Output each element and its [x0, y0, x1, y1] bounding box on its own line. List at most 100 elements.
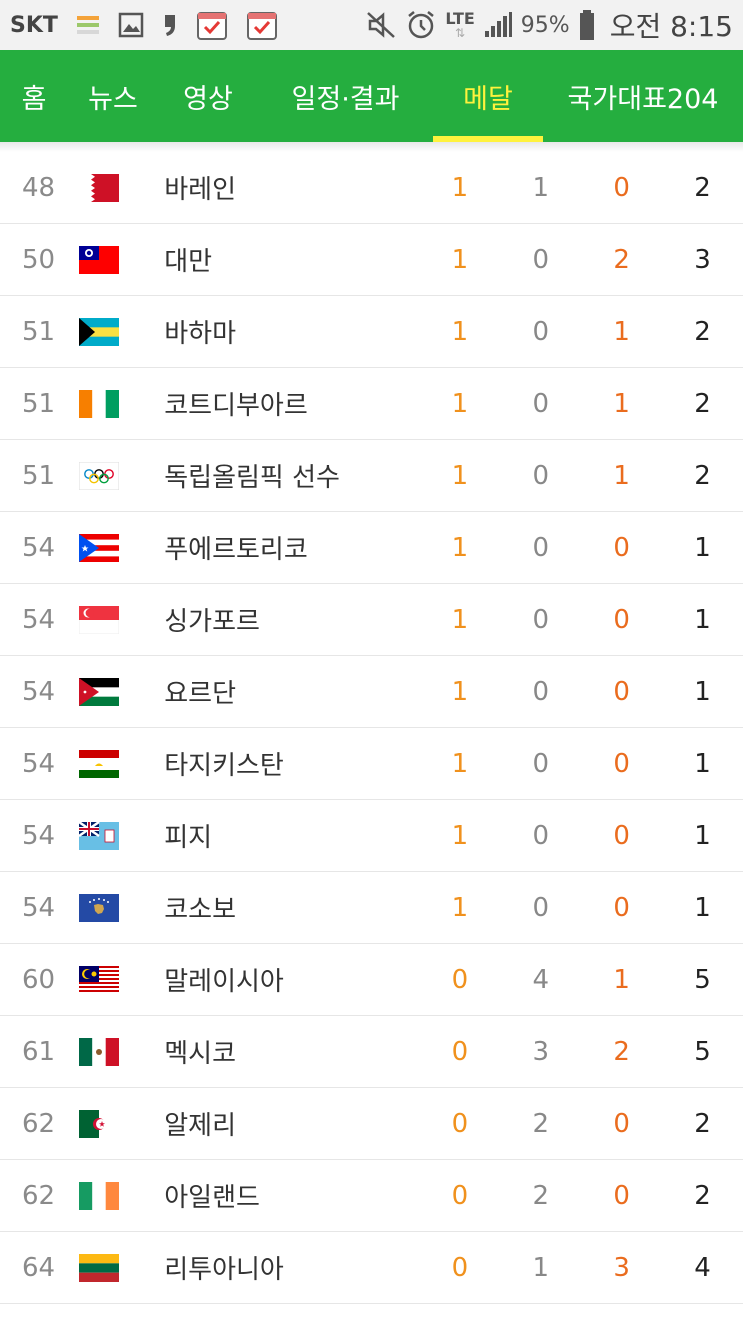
bahamas-flag	[78, 317, 165, 346]
total-count: 2	[694, 316, 711, 347]
gold-count: 0	[451, 1252, 469, 1283]
silver-count: 0	[532, 604, 550, 635]
bahrain-flag	[78, 173, 165, 202]
table-row[interactable]: 51 코트디부아르 1 0 1 2	[0, 368, 743, 440]
algeria-flag	[78, 1109, 165, 1138]
country-name: 아일랜드	[164, 1183, 260, 1213]
silver-count: 0	[532, 892, 550, 923]
gold-count: 1	[451, 748, 469, 779]
tab-medals[interactable]: 메달	[433, 50, 543, 142]
silver-count: 1	[532, 172, 550, 203]
lithuania-flag	[78, 1253, 165, 1282]
total-count: 5	[694, 964, 711, 995]
gold-count: 1	[451, 172, 469, 203]
gold-count: 0	[451, 1180, 469, 1211]
rank-cell: 54	[22, 532, 56, 563]
total-count: 2	[694, 172, 711, 203]
rank-cell: 54	[22, 604, 56, 635]
country-name: 알제리	[164, 1111, 237, 1141]
bronze-count: 0	[613, 532, 630, 563]
silver-count: 0	[532, 676, 550, 707]
bronze-count: 1	[613, 460, 630, 491]
table-row[interactable]: 50 대만 1 0 2 3	[0, 224, 743, 296]
rank-cell: 50	[22, 244, 56, 275]
rank-cell: 54	[22, 748, 56, 779]
silver-count: 0	[532, 244, 550, 275]
bronze-count: 0	[613, 748, 630, 779]
table-row[interactable]: 60 말레이시아 0 4 1 5	[0, 944, 743, 1016]
table-row[interactable]: 54 타지키스탄 1 0 0 1	[0, 728, 743, 800]
rank-cell: 51	[22, 460, 56, 491]
country-name: 요르단	[164, 679, 237, 709]
silver-count: 2	[532, 1180, 550, 1211]
ireland-flag	[78, 1181, 165, 1210]
lte-indicator: LTE ⇅	[445, 9, 475, 40]
tab-national-team[interactable]: 국가대표204	[543, 50, 743, 142]
bronze-count: 0	[613, 676, 630, 707]
tab-news[interactable]: 뉴스	[68, 50, 158, 142]
country-name: 코소보	[164, 895, 237, 925]
total-count: 5	[694, 1036, 711, 1067]
rank-cell: 60	[22, 964, 56, 995]
nav-shadow	[0, 142, 743, 152]
olympic-flag	[78, 461, 165, 490]
gallery-icon	[118, 12, 144, 38]
table-row[interactable]: 51 독립올림픽 선수 1 0 1 2	[0, 440, 743, 512]
table-row[interactable]: 54 피지 1 0 0 1	[0, 800, 743, 872]
carrier-label: SKT	[10, 12, 58, 38]
gold-count: 0	[451, 964, 469, 995]
rank-cell: 62	[22, 1180, 56, 1211]
total-count: 1	[694, 676, 711, 707]
table-row[interactable]: 54 코소보 1 0 0 1	[0, 872, 743, 944]
table-row[interactable]: 61 멕시코 0 3 2 5	[0, 1016, 743, 1088]
taiwan-flag	[78, 245, 165, 274]
tab-video[interactable]: 영상	[158, 50, 258, 142]
silver-count: 0	[532, 748, 550, 779]
bronze-count: 0	[613, 1180, 630, 1211]
table-row[interactable]: 62 아일랜드 0 2 0 2	[0, 1160, 743, 1232]
rank-cell: 54	[22, 676, 56, 707]
silver-count: 0	[532, 316, 550, 347]
battery-percent: 95%	[520, 12, 570, 38]
total-count: 4	[694, 1252, 711, 1283]
ivory-coast-flag	[78, 389, 165, 418]
silver-count: 0	[532, 532, 550, 563]
bronze-count: 1	[613, 316, 630, 347]
battery-icon	[578, 9, 596, 41]
gold-count: 1	[451, 316, 469, 347]
table-row[interactable]: 64 리투아니아 0 1 3 4	[0, 1232, 743, 1304]
country-name: 독립올림픽 선수	[164, 463, 340, 493]
rank-cell: 54	[22, 820, 56, 851]
gold-count: 1	[451, 244, 469, 275]
singapore-flag	[78, 605, 165, 634]
jordan-flag	[78, 677, 165, 706]
table-row[interactable]: 62 알제리 0 2 0 2	[0, 1088, 743, 1160]
gold-count: 1	[451, 460, 469, 491]
rank-cell: 51	[22, 388, 56, 419]
gold-count: 1	[451, 532, 469, 563]
table-row[interactable]: 48 바레인 1 1 0 2	[0, 152, 743, 224]
silver-count: 0	[532, 820, 550, 851]
bronze-count: 0	[613, 604, 630, 635]
country-name: 피지	[164, 823, 213, 853]
quote-icon	[162, 12, 178, 38]
rank-cell: 62	[22, 1108, 56, 1139]
table-row[interactable]: 54 요르단 1 0 0 1	[0, 656, 743, 728]
network-label: LTE	[445, 9, 475, 28]
fiji-flag	[78, 821, 165, 850]
table-row[interactable]: 54 싱가포르 1 0 0 1	[0, 584, 743, 656]
kosovo-flag	[78, 893, 165, 922]
country-name: 리투아니아	[164, 1255, 284, 1285]
bronze-count: 2	[613, 244, 630, 275]
tab-home[interactable]: 홈	[0, 50, 68, 142]
calendar-check-icon	[246, 9, 278, 41]
table-row[interactable]: 54 푸에르토리코 1 0 0 1	[0, 512, 743, 584]
signal-icon	[483, 11, 513, 39]
total-count: 2	[694, 388, 711, 419]
table-row[interactable]: 51 바하마 1 0 1 2	[0, 296, 743, 368]
total-count: 1	[694, 748, 711, 779]
tab-schedule-results[interactable]: 일정·결과	[258, 50, 433, 142]
country-name: 말레이시아	[164, 967, 284, 997]
puerto-rico-flag	[78, 533, 165, 562]
rank-cell: 64	[22, 1252, 56, 1283]
